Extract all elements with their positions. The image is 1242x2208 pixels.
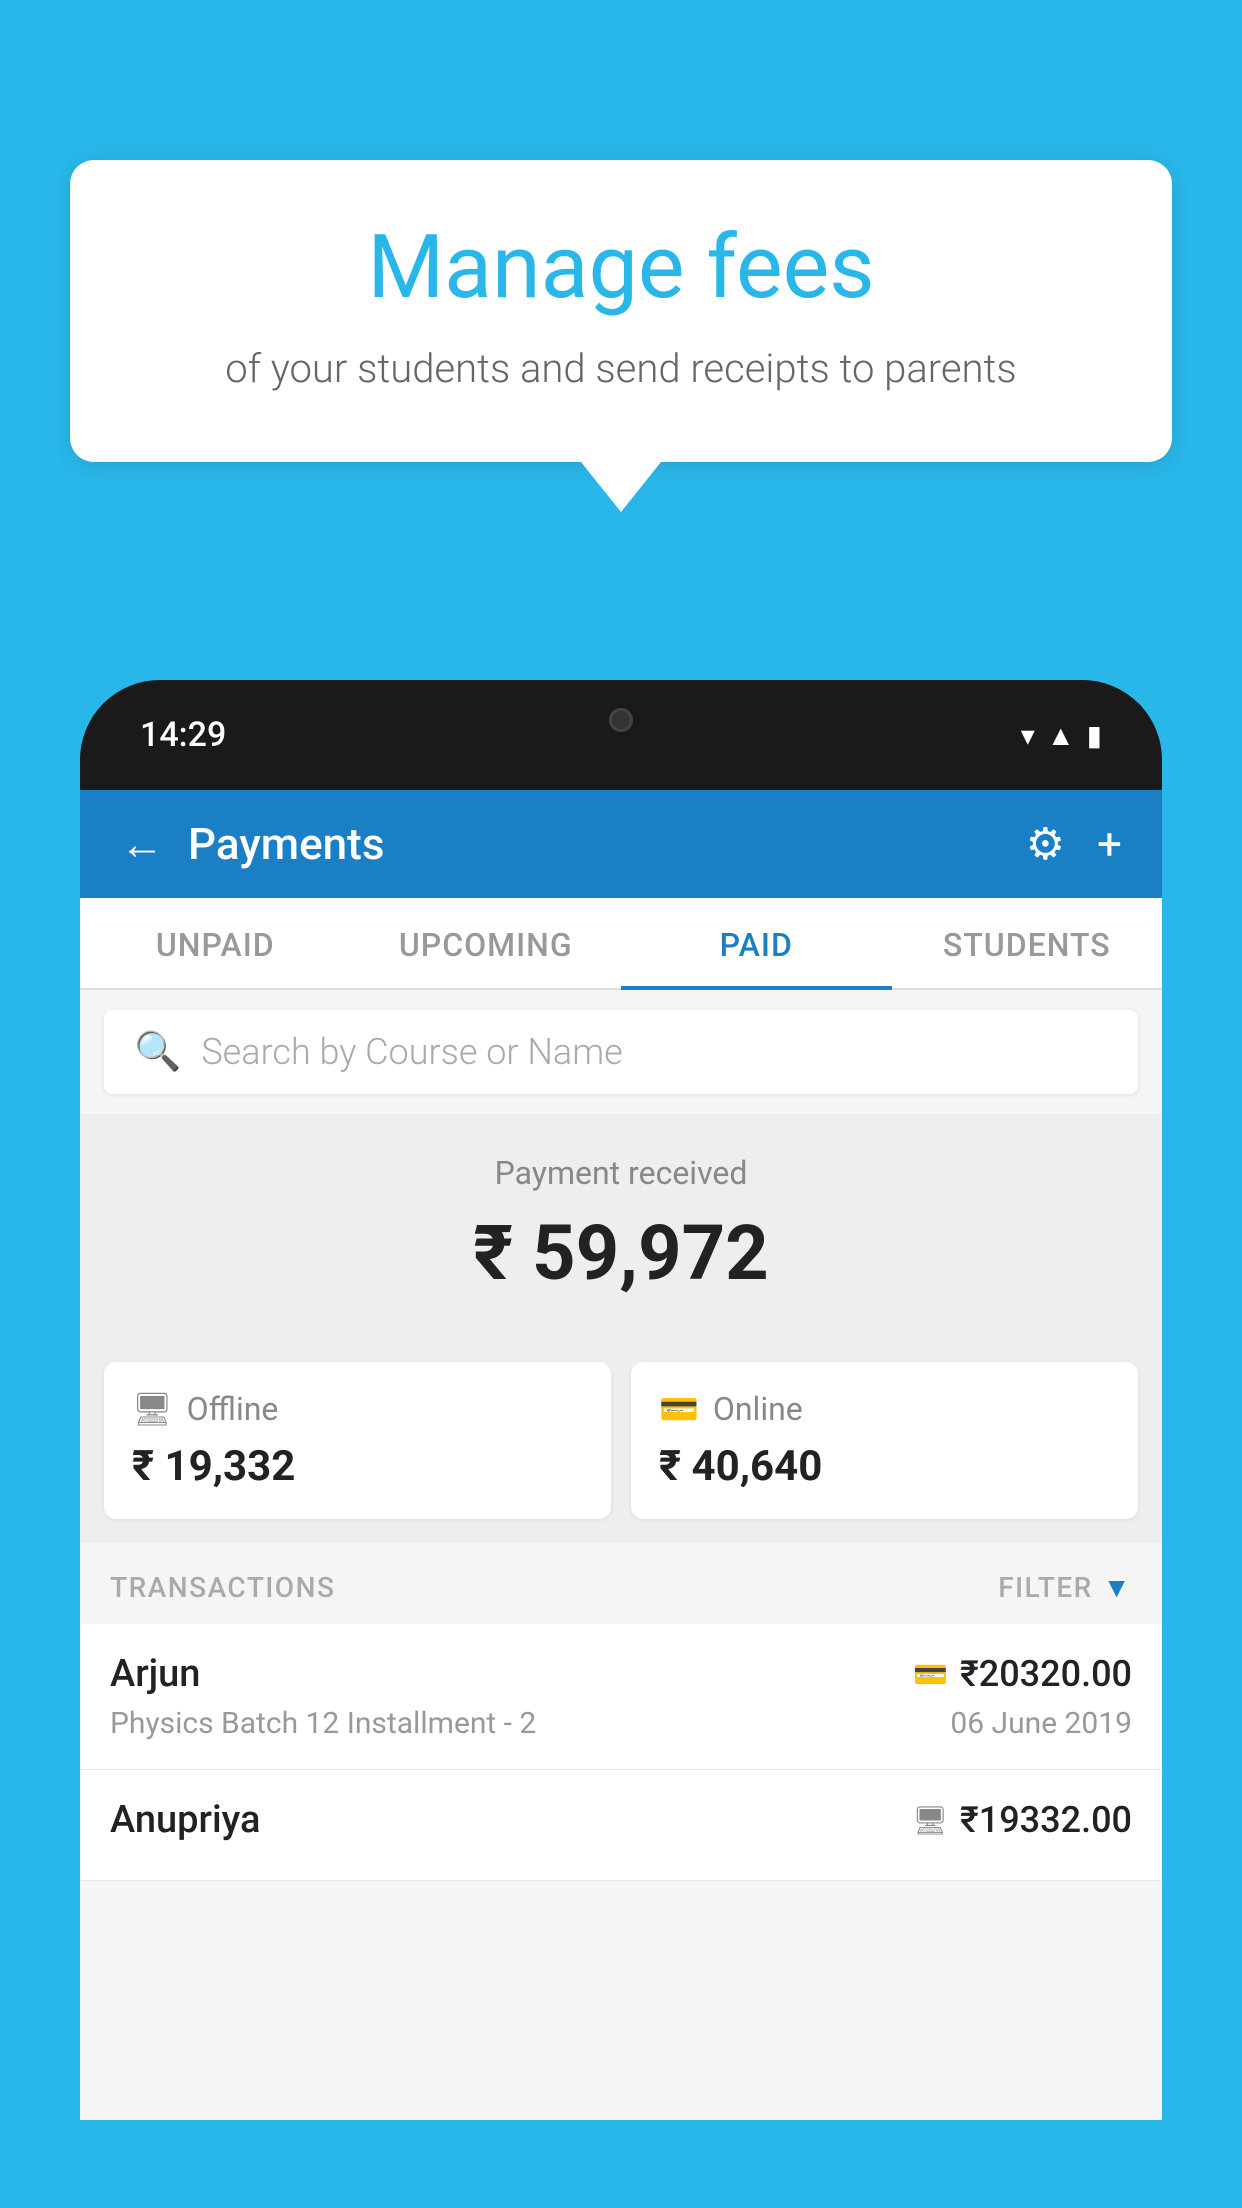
transaction-row-top: Arjun 💳 ₹20320.00 <box>110 1652 1132 1696</box>
back-button[interactable]: ← <box>120 822 164 866</box>
speech-bubble: Manage fees of your students and send re… <box>70 160 1172 462</box>
online-icon: 💳 <box>659 1390 699 1428</box>
signal-icon: ▲ <box>1047 719 1075 752</box>
status-bar: 14:29 ▾ ▲ ▮ <box>80 680 1162 790</box>
speech-bubble-container: Manage fees of your students and send re… <box>70 160 1172 512</box>
transaction-payment-icon-online: 💳 <box>913 1658 948 1691</box>
header-title: Payments <box>188 818 384 870</box>
phone-notch <box>551 680 691 760</box>
transaction-amount: ₹20320.00 <box>960 1653 1132 1695</box>
tab-paid[interactable]: PAID <box>621 898 892 988</box>
speech-bubble-subtitle: of your students and send receipts to pa… <box>150 341 1092 397</box>
status-time: 14:29 <box>140 715 226 755</box>
filter-button[interactable]: FILTER ▼ <box>998 1571 1132 1604</box>
wifi-icon: ▾ <box>1021 719 1035 752</box>
phone-camera <box>609 708 633 732</box>
header-left: ← Payments <box>120 818 384 870</box>
transaction-date: 06 June 2019 <box>950 1706 1132 1741</box>
speech-bubble-arrow <box>581 462 661 512</box>
tab-students[interactable]: STUDENTS <box>892 898 1163 988</box>
transaction-row-top-2: Anupriya 🖥 ₹19332.00 <box>110 1798 1132 1842</box>
speech-bubble-title: Manage fees <box>150 220 1092 317</box>
transaction-amount-wrap-2: 🖥 ₹19332.00 <box>912 1799 1132 1841</box>
tab-unpaid[interactable]: UNPAID <box>80 898 351 988</box>
payment-received-label: Payment received <box>80 1154 1162 1192</box>
transaction-name: Arjun <box>110 1652 200 1696</box>
transaction-name-2: Anupriya <box>110 1798 260 1842</box>
filter-icon: ▼ <box>1103 1571 1132 1604</box>
online-card: 💳 Online ₹ 40,640 <box>631 1362 1138 1519</box>
app-screen: ← Payments ⚙ + UNPAID UPCOMING PAID STUD… <box>80 790 1162 2120</box>
tabs-bar: UNPAID UPCOMING PAID STUDENTS <box>80 898 1162 990</box>
transaction-desc: Physics Batch 12 Installment - 2 <box>110 1706 536 1741</box>
transaction-payment-icon-offline: 🖥 <box>912 1804 948 1837</box>
transaction-row-bottom: Physics Batch 12 Installment - 2 06 June… <box>110 1706 1132 1741</box>
online-label: Online <box>713 1390 803 1428</box>
offline-label: Offline <box>187 1390 279 1428</box>
offline-icon: 🖥 <box>132 1390 173 1428</box>
transactions-label: TRANSACTIONS <box>110 1571 335 1604</box>
add-icon[interactable]: + <box>1097 818 1122 870</box>
search-icon: 🔍 <box>134 1030 181 1074</box>
offline-card: 🖥 Offline ₹ 19,332 <box>104 1362 611 1519</box>
transaction-row-2[interactable]: Anupriya 🖥 ₹19332.00 <box>80 1770 1162 1881</box>
offline-amount: ₹ 19,332 <box>132 1442 583 1491</box>
transaction-amount-2: ₹19332.00 <box>960 1799 1132 1841</box>
phone-container: 14:29 ▾ ▲ ▮ ← Payments ⚙ + <box>80 680 1162 2208</box>
status-icons: ▾ ▲ ▮ <box>1021 719 1102 752</box>
transactions-header: TRANSACTIONS FILTER ▼ <box>80 1543 1162 1624</box>
offline-card-header: 🖥 Offline <box>132 1390 583 1428</box>
online-amount: ₹ 40,640 <box>659 1442 1110 1491</box>
payment-received-section: Payment received ₹ 59,972 <box>80 1114 1162 1338</box>
settings-icon[interactable]: ⚙ <box>1026 818 1065 870</box>
phone-frame: 14:29 ▾ ▲ ▮ ← Payments ⚙ + <box>80 680 1162 2120</box>
battery-icon: ▮ <box>1087 719 1102 752</box>
search-container[interactable]: 🔍 Search by Course or Name <box>104 1010 1138 1094</box>
transaction-row[interactable]: Arjun 💳 ₹20320.00 Physics Batch 12 Insta… <box>80 1624 1162 1770</box>
payment-cards: 🖥 Offline ₹ 19,332 💳 Online ₹ 40,640 <box>80 1338 1162 1543</box>
transaction-amount-wrap: 💳 ₹20320.00 <box>913 1653 1132 1695</box>
online-card-header: 💳 Online <box>659 1390 1110 1428</box>
tab-upcoming[interactable]: UPCOMING <box>351 898 622 988</box>
search-placeholder: Search by Course or Name <box>201 1031 622 1073</box>
payment-received-amount: ₹ 59,972 <box>80 1208 1162 1298</box>
filter-text: FILTER <box>998 1571 1093 1604</box>
app-header: ← Payments ⚙ + <box>80 790 1162 898</box>
header-right: ⚙ + <box>1026 818 1122 870</box>
